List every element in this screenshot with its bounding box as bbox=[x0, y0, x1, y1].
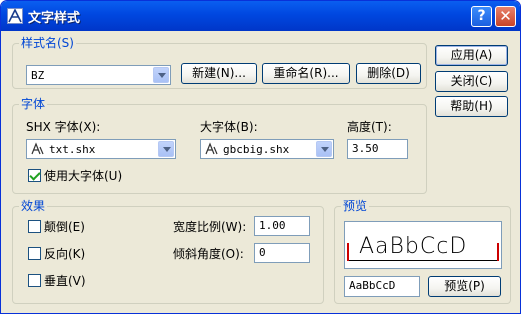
close-icon[interactable]: ✕ bbox=[495, 6, 516, 27]
height-label: 高度(T): bbox=[347, 120, 392, 134]
shx-font-label: SHX 字体(X): bbox=[26, 120, 101, 134]
width-factor-input[interactable]: 1.00 bbox=[254, 216, 310, 236]
oblique-angle-label: 倾斜角度(O): bbox=[173, 247, 244, 261]
big-font-icon bbox=[205, 142, 218, 155]
vertical-checkbox[interactable] bbox=[28, 274, 41, 287]
shx-font-select[interactable]: txt.shx bbox=[26, 139, 176, 159]
use-big-font-label[interactable]: 使用大字体(U) bbox=[44, 169, 122, 183]
close-button[interactable]: 关闭(C) bbox=[435, 71, 508, 92]
backwards-label[interactable]: 反向(K) bbox=[44, 247, 85, 261]
upside-down-label[interactable]: 颠倒(E) bbox=[44, 220, 85, 234]
upside-down-checkbox[interactable] bbox=[28, 220, 41, 233]
font-group-label: 字体 bbox=[19, 97, 48, 111]
preview-button[interactable]: 预览(P) bbox=[428, 276, 501, 297]
text-style-dialog: 文字样式 ? ✕ 样式名(S) BZ 新建(N)... 重命名(R)... 删除… bbox=[0, 0, 521, 314]
preview-left-marker bbox=[347, 243, 349, 261]
shx-font-value: txt.shx bbox=[49, 143, 96, 156]
width-factor-label: 宽度比例(W): bbox=[173, 220, 247, 234]
new-style-button[interactable]: 新建(N)... bbox=[181, 63, 257, 84]
preview-canvas: AaBbCcD bbox=[344, 221, 502, 269]
chevron-down-icon[interactable] bbox=[158, 141, 174, 157]
preview-text-input[interactable]: AaBbCcD bbox=[344, 276, 420, 297]
preview-sample-text: AaBbCcD bbox=[359, 234, 468, 259]
rename-style-button[interactable]: 重命名(R)... bbox=[262, 63, 350, 84]
big-font-label: 大字体(B): bbox=[200, 120, 258, 134]
preview-group-label: 预览 bbox=[341, 199, 370, 213]
style-name-value: BZ bbox=[31, 69, 45, 82]
delete-style-button[interactable]: 删除(D) bbox=[356, 63, 421, 84]
backwards-checkbox[interactable] bbox=[28, 247, 41, 260]
chevron-down-icon[interactable] bbox=[153, 67, 169, 83]
help-icon[interactable]: ? bbox=[471, 6, 492, 27]
shx-font-icon bbox=[31, 142, 44, 155]
big-font-value: gbcbig.shx bbox=[223, 143, 290, 156]
title-bar[interactable]: 文字样式 ? ✕ bbox=[1, 1, 520, 31]
oblique-angle-input[interactable]: 0 bbox=[254, 243, 310, 263]
chevron-down-icon[interactable] bbox=[316, 141, 332, 157]
big-font-select[interactable]: gbcbig.shx bbox=[200, 139, 334, 159]
preview-right-marker bbox=[497, 243, 499, 261]
preview-baseline-left bbox=[349, 260, 497, 261]
autocad-app-icon bbox=[7, 8, 23, 24]
height-input[interactable]: 3.50 bbox=[347, 139, 408, 159]
help-button[interactable]: 帮助(H) bbox=[435, 96, 508, 117]
use-big-font-checkbox[interactable] bbox=[28, 169, 41, 182]
vertical-label[interactable]: 垂直(V) bbox=[44, 274, 86, 288]
window-title: 文字样式 bbox=[28, 11, 81, 26]
style-name-select[interactable]: BZ bbox=[26, 65, 171, 85]
style-name-label: 样式名(S) bbox=[19, 36, 76, 50]
apply-button[interactable]: 应用(A) bbox=[435, 45, 508, 66]
effects-group-label: 效果 bbox=[19, 199, 48, 213]
